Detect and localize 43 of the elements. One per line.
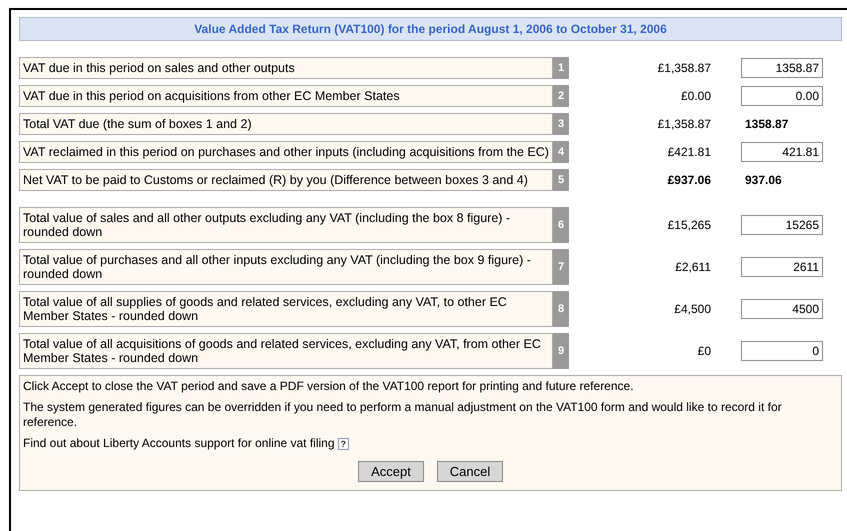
row-label: Net VAT to be paid to Customs or reclaimed (R) by you (Difference between boxes 3 and 4) xyxy=(19,169,553,191)
amount: £4,500 xyxy=(673,301,711,318)
form-title: Value Added Tax Return (VAT100) for the period August 1, 2006 to October 31, 2006 xyxy=(19,17,842,41)
box-number: 7 xyxy=(553,249,569,285)
row-label: Total value of all acquisitions of goods and related services, excluding any VAT, from other EC Member States - rounded down xyxy=(19,333,553,369)
computed-value: 937.06 xyxy=(744,172,783,189)
amount: £1,358.87 xyxy=(656,60,711,77)
amount-input[interactable]: 0.00 xyxy=(741,86,823,106)
amount: £1,358.87 xyxy=(656,116,711,133)
amount: £0.00 xyxy=(680,88,711,105)
amount: £2,611 xyxy=(674,259,711,276)
amount-input[interactable]: 15265 xyxy=(741,215,823,235)
amount-input[interactable]: 421.81 xyxy=(741,142,823,162)
box-number: 9 xyxy=(553,333,569,369)
row-label: Total value of sales and all other outputs excluding any VAT (including the box 8 figure) - rounded down xyxy=(19,207,553,243)
amount: £0 xyxy=(696,343,711,360)
info-text: Click Accept to close the VAT period and save a PDF version of the VAT100 report for printing and future reference. xyxy=(23,379,635,394)
row-label: VAT due in this period on acquisitions from other EC Member States xyxy=(19,85,553,107)
row-label: Total value of all supplies of goods and related services, excluding any VAT, to other EC Member States - rounded down xyxy=(19,291,553,327)
box-number: 6 xyxy=(553,207,569,243)
box-number: 2 xyxy=(553,85,569,107)
accept-button[interactable]: Accept xyxy=(358,461,424,482)
computed-value: 1358.87 xyxy=(744,116,790,133)
amount-input[interactable]: 1358.87 xyxy=(741,58,823,78)
box-number: 1 xyxy=(553,57,569,79)
cancel-button[interactable]: Cancel xyxy=(437,461,503,482)
amount-input[interactable]: 2611 xyxy=(741,257,823,277)
box-number: 3 xyxy=(553,113,569,135)
help-icon[interactable]: ? xyxy=(338,438,350,450)
amount: £937.06 xyxy=(666,172,711,189)
help-link[interactable]: Find out about Liberty Accounts support for online vat filing xyxy=(23,436,335,451)
amount-input[interactable]: 4500 xyxy=(741,299,823,319)
box-number: 5 xyxy=(553,169,569,191)
info-text: The system generated figures can be overridden if you need to perform a manual adjustment on the VAT100 form and would like to record it for reference. xyxy=(23,400,783,430)
row-label: VAT due in this period on sales and other outputs xyxy=(19,57,553,79)
amount: £15,265 xyxy=(666,217,711,234)
amount-input[interactable]: 0 xyxy=(741,341,823,361)
amount: £421.81 xyxy=(666,144,711,161)
row-label: Total value of purchases and all other inputs excluding any VAT (including the box 9 figure) - rounded down xyxy=(19,249,553,285)
box-number: 8 xyxy=(553,291,569,327)
box-number: 4 xyxy=(553,141,569,163)
row-label: VAT reclaimed in this period on purchases and other inputs (including acquisitions from the EC) xyxy=(19,141,553,163)
row-label: Total VAT due (the sum of boxes 1 and 2) xyxy=(19,113,553,135)
